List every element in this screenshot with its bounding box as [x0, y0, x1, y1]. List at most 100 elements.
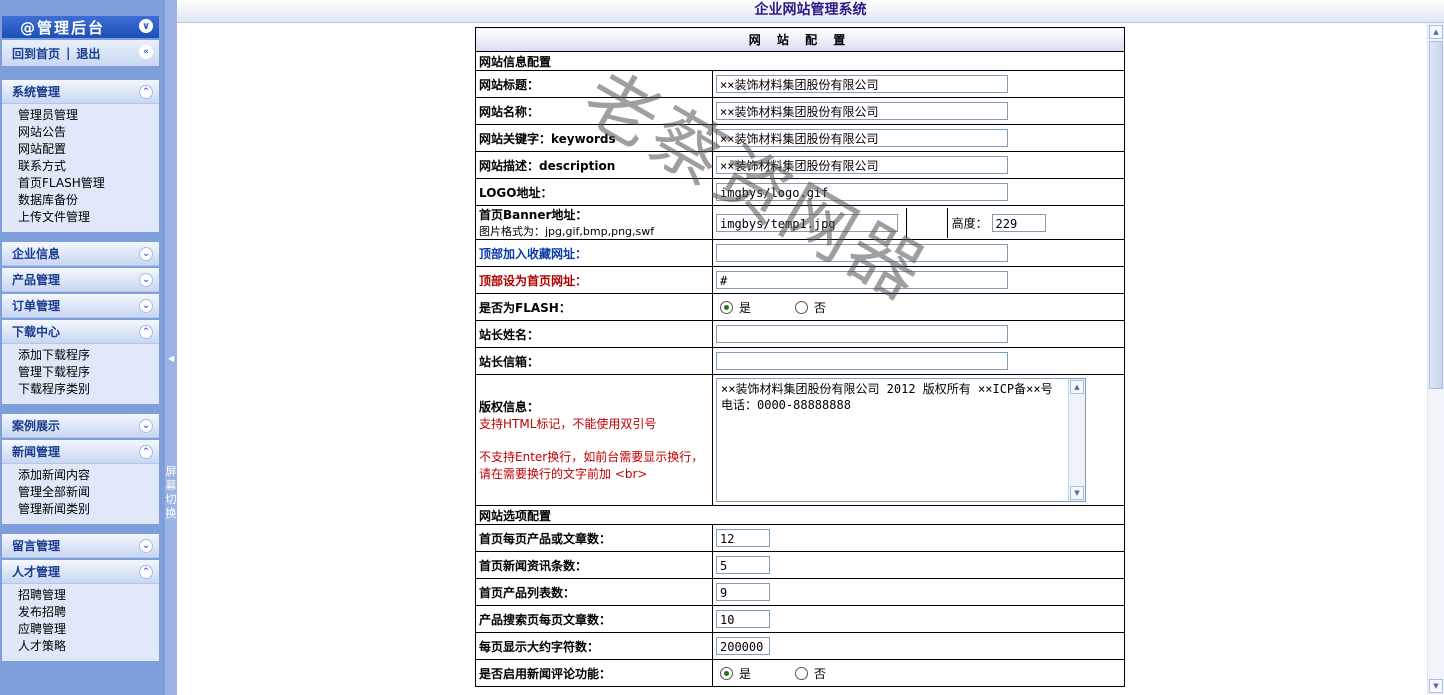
scroll-down-icon[interactable]: ▼ — [1070, 486, 1084, 500]
group-title: 案例展示 — [12, 419, 61, 433]
flash-label: 是否为FLASH： — [475, 293, 713, 321]
sidebar-item-backup[interactable]: 数据库备份 — [18, 192, 159, 209]
group-talent: 人才管理 ⌃ 招聘管理 发布招聘 应聘管理 人才策略 — [2, 560, 159, 661]
flash-no-radio[interactable] — [794, 300, 808, 314]
sidebar-item-site-config[interactable]: 网站配置 — [18, 141, 159, 158]
flash-yes-radio[interactable] — [720, 300, 733, 314]
comment-yes-radio[interactable] — [720, 666, 733, 680]
scroll-up-icon[interactable]: ▲ — [1429, 25, 1443, 39]
product-list-count-input[interactable]: 9 — [716, 583, 770, 601]
chars-per-page-input[interactable]: 200000 — [716, 637, 770, 655]
frame-splitter[interactable]: ◀ 屏幕切换 — [165, 0, 177, 695]
group-title: 人才管理 — [12, 565, 61, 579]
group-messages: 留言管理 ⌄ — [2, 534, 159, 558]
owner-name-input[interactable] — [716, 325, 1008, 343]
sidebar-item-download-category[interactable]: 下载程序类别 — [18, 381, 159, 398]
group-head-order[interactable]: 订单管理 ⌄ — [2, 294, 159, 318]
group-title: 新闻管理 — [12, 445, 61, 459]
comment-no-label: 否 — [813, 666, 826, 681]
favorite-url-input[interactable] — [716, 244, 1008, 262]
sidebar-item-recruit-manage[interactable]: 招聘管理 — [18, 587, 159, 604]
double-left-arrow-icon[interactable]: « — [139, 45, 153, 59]
group-head-system[interactable]: 系统管理 ⌃ — [2, 80, 159, 104]
homepage-url-label: 顶部设为首页网址： — [475, 266, 713, 294]
product-list-count-label: 首页产品列表数： — [475, 578, 713, 606]
sidebar-header-title: @管理后台 — [20, 18, 106, 37]
height-label: 高度： — [951, 216, 988, 230]
page-scrollbar[interactable]: ▲ ▼ — [1427, 23, 1444, 695]
chevron-down-icon[interactable]: ⌄ — [139, 247, 153, 261]
chevron-up-icon[interactable]: ⌃ — [139, 325, 153, 339]
sidebar-item-talent-strategy[interactable]: 人才策略 — [18, 638, 159, 655]
homepage-url-input[interactable]: # — [716, 271, 1008, 289]
logout-link[interactable]: 退出 — [76, 45, 100, 62]
chevron-up-icon[interactable]: ⌃ — [139, 445, 153, 459]
group-head-company[interactable]: 企业信息 ⌄ — [2, 242, 159, 266]
scrollbar-thumb[interactable] — [1429, 41, 1443, 389]
logo-input[interactable]: imgbys/logo.gif — [716, 183, 1008, 201]
group-head-messages[interactable]: 留言管理 ⌄ — [2, 534, 159, 558]
group-title: 企业信息 — [12, 247, 61, 261]
keywords-input[interactable]: ××装饰材料集团股份有限公司 — [716, 129, 1008, 147]
scroll-down-icon[interactable]: ▼ — [1429, 679, 1443, 693]
sidebar-item-add-download[interactable]: 添加下载程序 — [18, 347, 159, 364]
group-head-download[interactable]: 下载中心 ⌃ — [2, 320, 159, 344]
banner-label-cell: 首页Banner地址： 图片格式为：jpg,gif,bmp,png,swf — [475, 205, 713, 240]
owner-email-input[interactable] — [716, 352, 1008, 370]
news-comment-label: 是否启用新闻评论功能： — [475, 659, 713, 687]
group-head-news[interactable]: 新闻管理 ⌃ — [2, 440, 159, 464]
site-name-input[interactable]: ××装饰材料集团股份有限公司 — [716, 102, 1008, 120]
products-per-page-input[interactable]: 12 — [716, 529, 770, 547]
group-title: 产品管理 — [12, 273, 61, 287]
group-head-product[interactable]: 产品管理 ⌄ — [2, 268, 159, 292]
group-download: 下载中心 ⌃ 添加下载程序 管理下载程序 下载程序类别 — [2, 320, 159, 404]
chevron-down-icon[interactable]: ⌄ — [139, 539, 153, 553]
comment-no-radio[interactable] — [794, 666, 808, 680]
flash-no-label: 否 — [813, 300, 826, 315]
description-input[interactable]: ××装饰材料集团股份有限公司 — [716, 156, 1008, 174]
sidebar-item-post-job[interactable]: 发布招聘 — [18, 604, 159, 621]
chevron-down-icon[interactable]: ⌄ — [139, 273, 153, 287]
sidebar-item-admin[interactable]: 管理员管理 — [18, 107, 159, 124]
copyright-textarea[interactable]: ××装饰材料集团股份有限公司 2012 版权所有 ××ICP备××号 电话：00… — [716, 378, 1086, 502]
sidebar-item-manage-news[interactable]: 管理全部新闻 — [18, 484, 159, 501]
group-head-talent[interactable]: 人才管理 ⌃ — [2, 560, 159, 584]
description-label: 网站描述：description — [475, 151, 713, 179]
height-input[interactable]: 229 — [991, 213, 1046, 232]
sidebar-item-add-news[interactable]: 添加新闻内容 — [18, 467, 159, 484]
sidebar-item-contact[interactable]: 联系方式 — [18, 158, 159, 175]
copyright-note-html: 支持HTML标记，不能使用双引号 — [479, 417, 657, 431]
textarea-scrollbar[interactable]: ▲ ▼ — [1068, 379, 1085, 501]
chevron-down-icon[interactable]: ⌄ — [139, 299, 153, 313]
scroll-up-icon[interactable]: ▲ — [1070, 380, 1084, 394]
sidebar: @管理后台 ∨ 回到首页 | 退出 « 系统管理 ⌃ 管理员管理 网站公告 网站… — [0, 0, 165, 695]
collapse-sidebar-icon[interactable]: ∨ — [139, 19, 153, 33]
chevron-up-icon[interactable]: ⌃ — [139, 85, 153, 99]
sidebar-item-manage-download[interactable]: 管理下载程序 — [18, 364, 159, 381]
banner-hint: 图片格式为：jpg,gif,bmp,png,swf — [479, 225, 655, 238]
triangle-left-icon[interactable]: ◀ — [168, 354, 174, 363]
sidebar-item-flash[interactable]: 首页FLASH管理 — [18, 175, 159, 192]
chevron-down-icon[interactable]: ⌄ — [139, 419, 153, 433]
home-link[interactable]: 回到首页 — [12, 45, 60, 62]
chars-per-page-label: 每页显示大约字符数： — [475, 632, 713, 660]
banner-input[interactable]: imgbys/temp1.jpg — [716, 213, 898, 232]
owner-name-label: 站长姓名： — [475, 320, 713, 348]
copyright-note-br: 不支持Enter换行，如前台需要显示换行，请在需要换行的文字前加 <br> — [479, 450, 704, 481]
chevron-up-icon[interactable]: ⌃ — [139, 565, 153, 579]
site-title-input[interactable]: ××装饰材料集团股份有限公司 — [716, 75, 1008, 93]
group-head-cases[interactable]: 案例展示 ⌄ — [2, 414, 159, 438]
screen-switch-label[interactable]: 屏幕切换 — [165, 465, 177, 521]
news-count-input[interactable]: 5 — [716, 556, 770, 574]
sidebar-item-news-category[interactable]: 管理新闻类别 — [18, 501, 159, 518]
favorite-url-label: 顶部加入收藏网址： — [475, 239, 713, 267]
sidebar-item-notice[interactable]: 网站公告 — [18, 124, 159, 141]
search-per-page-input[interactable]: 10 — [716, 610, 770, 628]
logo-label: LOGO地址： — [475, 178, 713, 206]
search-per-page-label: 产品搜索页每页文章数： — [475, 605, 713, 633]
group-title: 留言管理 — [12, 539, 61, 553]
copyright-label-cell: 版权信息： 支持HTML标记，不能使用双引号 不支持Enter换行，如前台需要显… — [475, 374, 713, 506]
sidebar-item-applicants[interactable]: 应聘管理 — [18, 621, 159, 638]
group-news: 新闻管理 ⌃ 添加新闻内容 管理全部新闻 管理新闻类别 — [2, 440, 159, 524]
sidebar-item-upload[interactable]: 上传文件管理 — [18, 209, 159, 226]
